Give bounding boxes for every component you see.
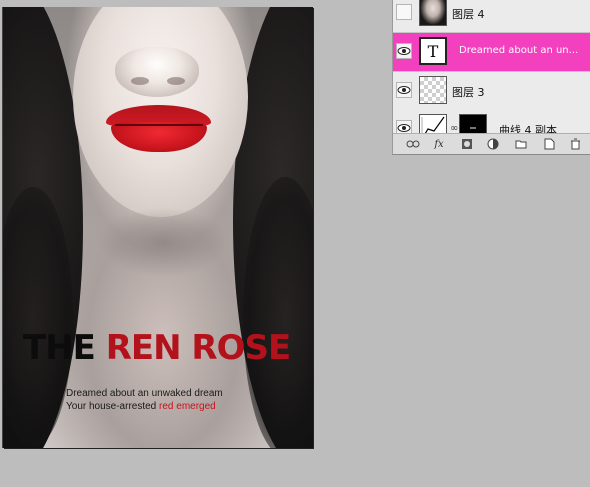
layer-row-text[interactable]: T Dreamed about an un... bbox=[393, 33, 590, 72]
poster-subtitle-line-2: Your house-arrested red emerged bbox=[66, 401, 216, 412]
new-layer-icon[interactable] bbox=[541, 136, 557, 152]
mask-mark bbox=[470, 127, 476, 129]
poster-title-black: THE bbox=[23, 328, 96, 368]
layer-row-layer4[interactable]: 图层 4 bbox=[393, 0, 590, 33]
subtitle-red-text: red emerged bbox=[159, 401, 216, 412]
layer-name[interactable]: 图层 4 bbox=[452, 6, 485, 22]
layer-thumbnail bbox=[419, 76, 447, 104]
chin-shadow bbox=[98, 207, 228, 277]
subtitle-plain-text: Your house-arrested bbox=[66, 401, 157, 412]
layers-toolbar: fx bbox=[393, 133, 590, 154]
lip-line bbox=[115, 124, 203, 126]
add-mask-icon[interactable] bbox=[459, 136, 475, 152]
layer-name[interactable]: Dreamed about an un... bbox=[459, 45, 578, 56]
fx-icon[interactable]: fx bbox=[431, 136, 447, 152]
layer-name[interactable]: 图层 3 bbox=[452, 84, 485, 100]
text-layer-thumbnail: T bbox=[419, 37, 447, 65]
new-group-icon[interactable] bbox=[513, 136, 529, 152]
poster-subtitle-line-1: Dreamed about an unwaked dream bbox=[66, 388, 223, 399]
document-canvas[interactable]: THE REN ROSE Dreamed about an unwaked dr… bbox=[3, 7, 313, 448]
nose bbox=[115, 47, 199, 97]
poster-title: THE REN ROSE bbox=[23, 328, 291, 368]
link-icon[interactable] bbox=[405, 136, 421, 152]
eye-icon[interactable] bbox=[396, 43, 412, 59]
eye-icon[interactable] bbox=[396, 82, 412, 98]
poster-title-red: REN ROSE bbox=[105, 328, 291, 368]
trash-icon[interactable] bbox=[567, 136, 583, 152]
nostril-left bbox=[131, 77, 149, 85]
adjustment-layer-icon[interactable] bbox=[485, 136, 501, 152]
layers-panel: 图层 4 T Dreamed about an un... 图层 3 ∞ 曲线 … bbox=[392, 0, 590, 155]
layer-thumbnail bbox=[419, 0, 447, 26]
layer-row-layer3[interactable]: 图层 3 bbox=[393, 72, 590, 111]
visibility-toggle[interactable] bbox=[396, 4, 412, 20]
nostril-right bbox=[167, 77, 185, 85]
